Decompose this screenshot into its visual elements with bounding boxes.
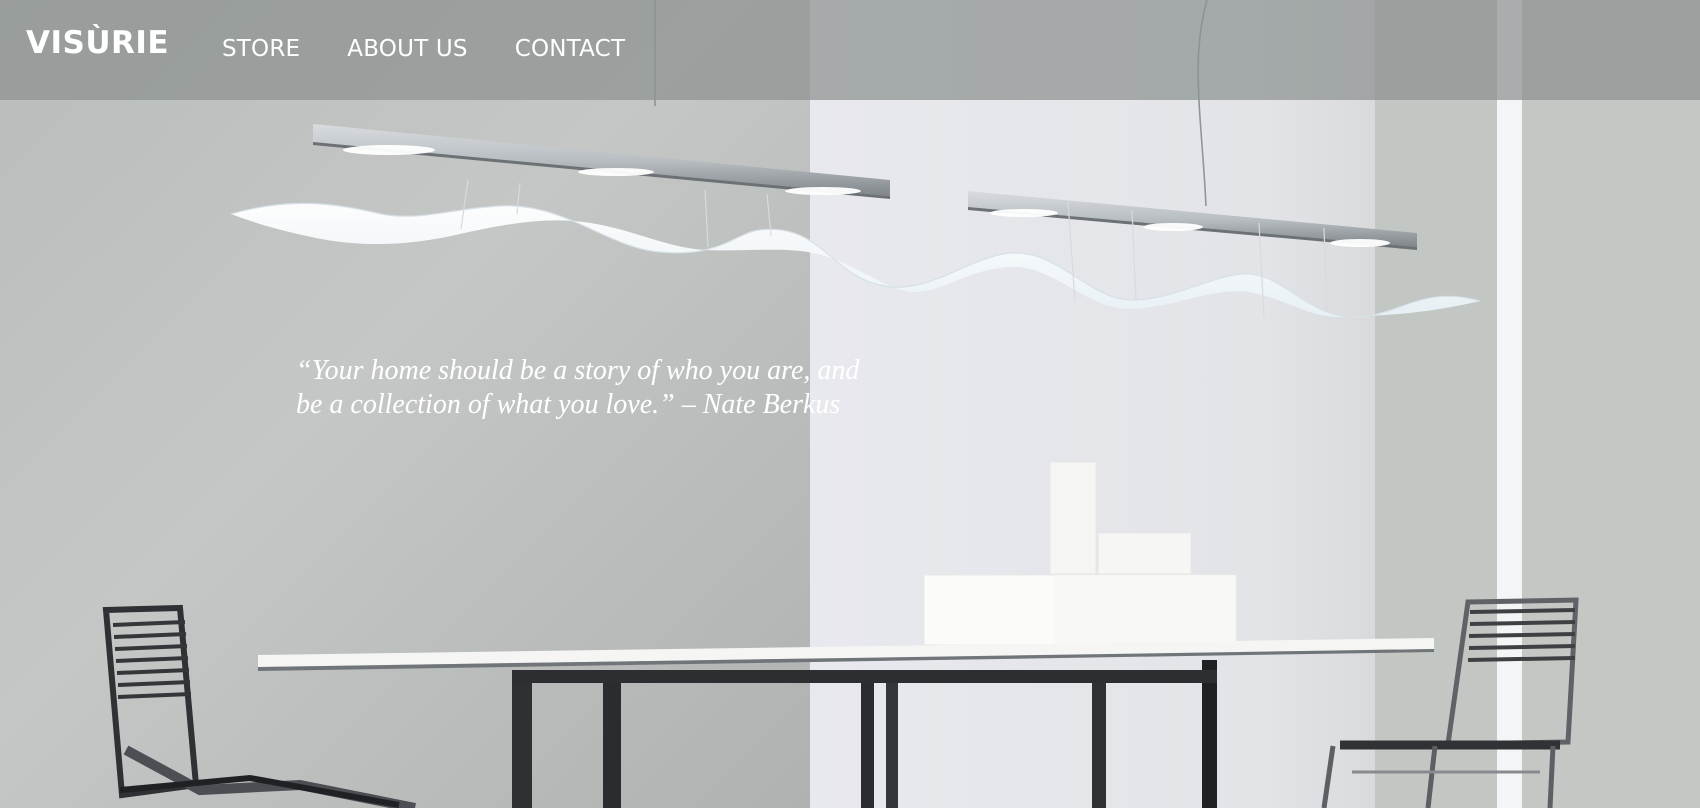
hero-quote: “Your home should be a story of who you … — [296, 355, 860, 420]
hero-section: VISÙRIE STORE ABOUT US CONTACT “Your hom… — [0, 0, 1700, 808]
right-wall-shade — [1522, 0, 1700, 808]
column — [1497, 0, 1522, 808]
brand-logo[interactable]: VISÙRIE — [26, 28, 169, 59]
main-navigation: STORE ABOUT US CONTACT — [222, 38, 625, 61]
nav-store-link[interactable]: STORE — [222, 38, 300, 61]
nav-about-us-link[interactable]: ABOUT US — [347, 38, 467, 61]
nav-contact-link[interactable]: CONTACT — [515, 38, 625, 61]
site-header: VISÙRIE STORE ABOUT US CONTACT — [0, 0, 1700, 100]
